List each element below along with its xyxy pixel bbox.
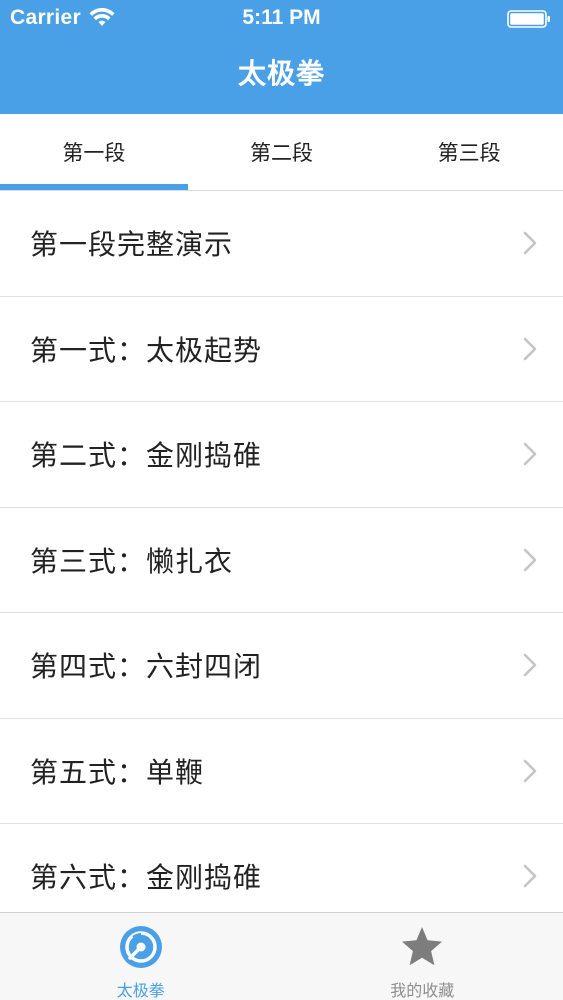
list-item[interactable]: 第五式：单鞭 [0,719,563,824]
disc-icon [119,926,162,968]
header: Carrier 5:11 PM 太极拳 [0,0,563,114]
list-item-label: 第四式：六封四闭 [30,650,263,684]
page-title: 太极拳 [237,57,325,90]
list-item-label: 第二式：金刚捣碓 [30,439,263,473]
list-item[interactable]: 第六式：金刚捣碓 [0,824,563,912]
list-item-label: 第一段完整演示 [30,228,234,262]
segment-tabs: 第一段 第二段 第三段 [0,114,563,191]
tab-segment-1[interactable]: 第一段 [0,114,188,190]
list-item-label: 第三式：懒扎衣 [30,544,234,578]
tab-label: 第二段 [250,141,313,165]
list-item[interactable]: 第一段完整演示 [0,191,563,297]
list-item[interactable]: 第三式：懒扎衣 [0,508,563,613]
chevron-right-icon [523,759,537,783]
list-item-label: 第一式：太极起势 [30,333,263,367]
chevron-right-icon [523,653,537,677]
chevron-right-icon [523,231,537,255]
battery-icon [507,10,550,28]
status-bar: Carrier 5:11 PM [0,0,563,38]
tab-segment-2[interactable]: 第二段 [188,114,376,190]
tabbar-item-taichi[interactable]: 太极拳 [0,913,282,1000]
chevron-right-icon [523,864,537,888]
tab-label: 第三段 [437,141,501,165]
selected-tab-indicator [0,184,188,190]
status-time: 5:11 PM [242,6,321,29]
tab-label: 第一段 [62,141,126,165]
chevron-right-icon [523,548,537,572]
list-item[interactable]: 第一式：太极起势 [0,297,563,402]
tabbar-label: 我的收藏 [390,981,455,1000]
tabbar-item-favorites[interactable]: 我的收藏 [282,913,563,1000]
tab-segment-3[interactable]: 第三段 [375,114,563,190]
bottom-tab-bar: 太极拳 我的收藏 [0,912,563,1000]
lesson-list: 第一段完整演示 第一式：太极起势 第二式：金刚捣碓 第三式：懒扎衣 第四式：六封… [0,191,563,912]
chevron-right-icon [523,337,537,361]
list-item[interactable]: 第四式：六封四闭 [0,613,563,719]
list-item-label: 第五式：单鞭 [30,755,205,789]
star-icon [402,927,443,966]
tabbar-label: 太极拳 [116,981,165,1000]
list-item-label: 第六式：金刚捣碓 [30,861,263,895]
chevron-right-icon [523,442,537,466]
list-item[interactable]: 第二式：金刚捣碓 [0,402,563,508]
